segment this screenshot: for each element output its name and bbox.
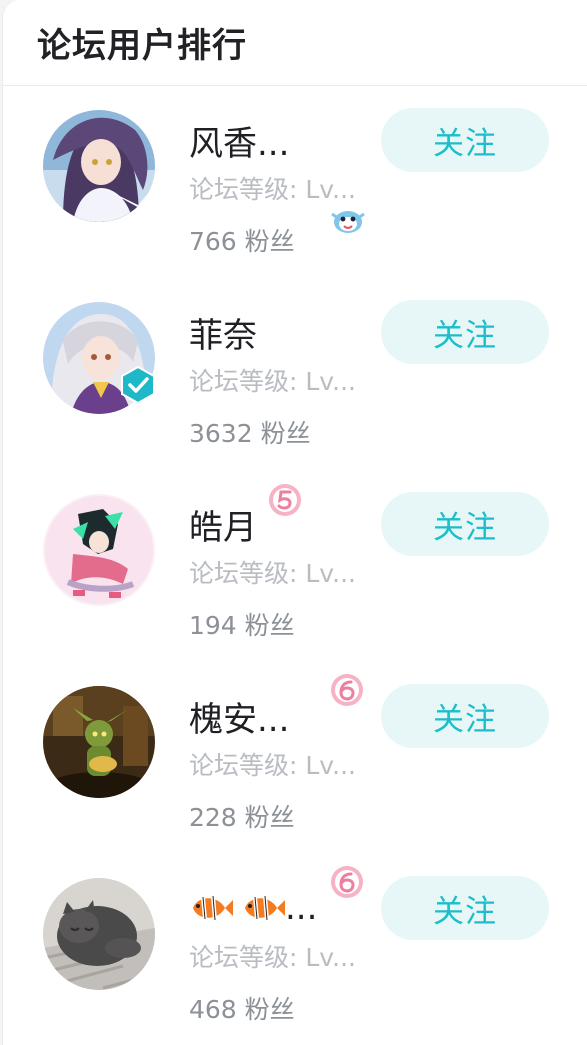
fans-count: 468 粉丝 [189, 990, 379, 1026]
clownfish-icon [241, 888, 285, 928]
avatar[interactable] [43, 878, 155, 990]
fans-count: 3632 粉丝 [189, 414, 379, 450]
level-6-badge-icon [329, 672, 365, 712]
user-name[interactable]: 槐安... [189, 692, 289, 741]
fans-label: 粉丝 [260, 419, 311, 448]
fans-number: 228 [189, 803, 237, 832]
fans-label: 粉丝 [244, 611, 295, 640]
list-item: 菲奈 论坛等级: Lv... 3632 粉丝 关注 [3, 278, 587, 470]
list-item: 皓月 论坛等级: Lv... 194 粉丝 关注 [3, 470, 587, 662]
list-item: 风香... 论坛等级: Lv... 766 粉丝 关注 [3, 86, 587, 278]
user-name[interactable]: 风香... [189, 116, 289, 165]
user-list: 风香... 论坛等级: Lv... 766 粉丝 关注 菲奈 论坛等级: Lv.… [3, 86, 587, 1045]
panel-header: 论坛用户排行 [3, 0, 587, 86]
user-name[interactable]: 皓月 [189, 500, 257, 549]
clownfish-icon [189, 888, 233, 928]
panel-title: 论坛用户排行 [37, 26, 247, 66]
forum-level: 论坛等级: Lv... [189, 559, 356, 588]
follow-button[interactable]: 关注 [381, 300, 549, 364]
forum-level: 论坛等级: Lv... [189, 751, 356, 780]
level-5-badge-icon [267, 482, 303, 522]
level-6-badge-icon [329, 864, 365, 904]
fans-number: 194 [189, 611, 237, 640]
list-item: 槐安... 论坛等级: Lv... 228 粉丝 关注 [3, 662, 587, 854]
user-name[interactable]: ... [285, 888, 317, 928]
fans-label: 粉丝 [244, 803, 295, 832]
follow-button[interactable]: 关注 [381, 876, 549, 940]
verified-icon [119, 365, 157, 405]
forum-level: 论坛等级: Lv... [189, 175, 356, 204]
fans-number: 468 [189, 995, 237, 1024]
fans-number: 766 [189, 227, 237, 256]
follow-button[interactable]: 关注 [381, 684, 549, 748]
forum-level: 论坛等级: Lv... [189, 943, 356, 972]
avatar[interactable] [43, 494, 155, 606]
fans-label: 粉丝 [244, 995, 295, 1024]
avatar[interactable] [43, 110, 155, 222]
follow-button[interactable]: 关注 [381, 492, 549, 556]
mascot-badge-icon [329, 206, 367, 240]
user-info: 菲奈 论坛等级: Lv... 3632 粉丝 [189, 306, 379, 450]
follow-button[interactable]: 关注 [381, 108, 549, 172]
avatar[interactable] [43, 686, 155, 798]
fans-count: 194 粉丝 [189, 606, 379, 642]
fans-number: 3632 [189, 419, 253, 448]
list-item: ... 论坛等级: Lv... 468 粉丝 关注 [3, 854, 587, 1045]
user-ranking-panel: 论坛用户排行 风香... 论坛等级: Lv... 766 粉丝 关注 菲奈 论坛… [2, 0, 587, 1045]
fans-count: 228 粉丝 [189, 798, 379, 834]
user-name[interactable]: 菲奈 [189, 308, 257, 357]
forum-level: 论坛等级: Lv... [189, 367, 356, 396]
fans-label: 粉丝 [244, 227, 295, 256]
